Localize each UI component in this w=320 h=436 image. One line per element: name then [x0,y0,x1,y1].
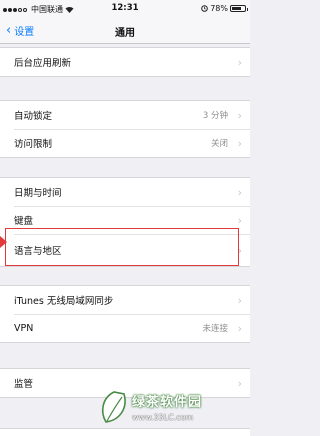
row-itunes-wifi-sync[interactable]: iTunes 无线局域网同步 › [0,286,250,314]
row-label: 自动锁定 [14,111,53,122]
alarm-icon [201,5,209,12]
chevron-right-icon: › [237,185,242,199]
status-bar: 中国联通 12:31 78% [0,0,250,18]
watermark-brand: 绿茶软件园 [132,395,203,410]
chevron-right-icon: › [237,55,242,69]
row-label: 监管 [14,379,34,390]
restrictions-value: 关闭 [210,139,228,149]
row-label: 后台应用刷新 [14,58,72,69]
leaf-logo-icon [101,391,126,423]
vpn-status-value: 未连接 [202,324,228,334]
page-title: 通用 [115,28,135,39]
row-label: VPN [14,322,34,334]
chevron-right-icon: › [237,321,242,335]
row-auto-lock[interactable]: 自动锁定 3 分钟 › [0,101,250,129]
row-background-refresh[interactable]: 后台应用刷新 › [0,48,250,76]
settings-group-network: iTunes 无线局域网同步 › VPN 未连接 › [0,285,250,343]
chevron-right-icon: › [237,136,242,150]
chevron-right-icon: › [237,293,242,307]
watermark: 绿茶软件园 www.33LC.com [96,388,246,430]
row-label: iTunes 无线局域网同步 [14,296,114,307]
row-vpn[interactable]: VPN 未连接 › [0,314,250,342]
settings-group-lock: 自动锁定 3 分钟 › 访问限制 关闭 › [0,100,250,158]
battery-percent: 78% [210,4,228,13]
watermark-url: www.33LC.com [132,413,194,422]
pointer-arrow-icon [0,236,7,248]
settings-group-refresh: 后台应用刷新 › [0,47,250,77]
row-date-time[interactable]: 日期与时间 › [0,178,250,206]
highlight-box [5,228,239,266]
navigation-bar: ‹ 设置 通用 [0,18,250,44]
chevron-right-icon: › [237,213,242,227]
battery-icon [230,5,248,12]
row-label: 日期与时间 [14,188,62,199]
auto-lock-value: 3 分钟 [202,111,228,121]
row-restrictions[interactable]: 访问限制 关闭 › [0,129,250,157]
row-label: 访问限制 [14,139,53,150]
row-label: 键盘 [14,216,34,227]
chevron-right-icon: › [237,108,242,122]
